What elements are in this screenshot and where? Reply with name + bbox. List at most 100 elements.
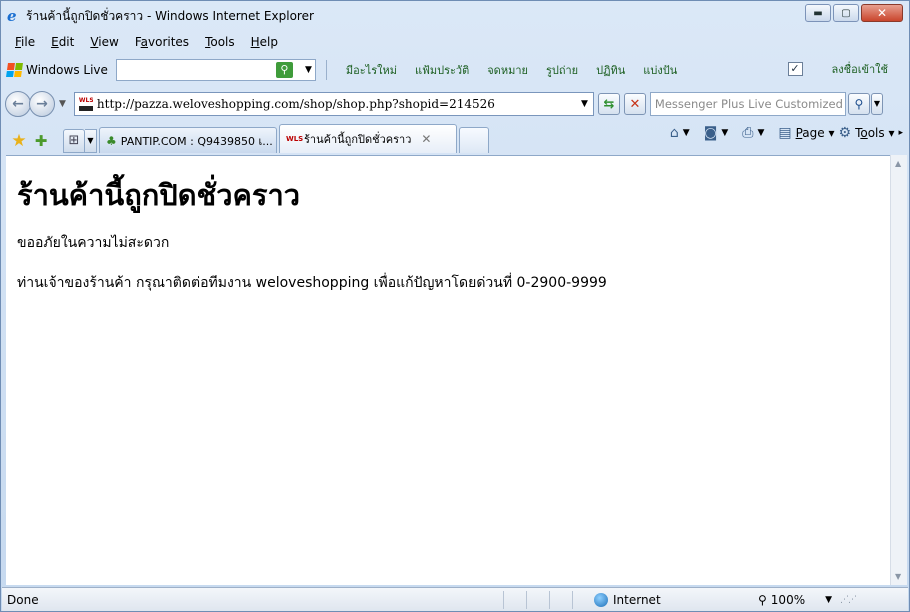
contact-message: ท่านเจ้าของร้านค้า กรุณาติดต่อทีมงาน wel… <box>17 275 607 291</box>
vertical-scrollbar[interactable]: ▲ ▼ <box>890 155 907 585</box>
zone-label: Internet <box>613 592 661 607</box>
tab-shop-closed[interactable]: WLS ร้านค้านี้ถูกปิดชั่วคราว ✕ <box>279 124 457 153</box>
print-icon[interactable]: ⎙ <box>742 125 753 141</box>
windows-live-label: Windows Live <box>26 63 108 77</box>
live-links: มีอะไรใหม่ แฟ้มประวัติ จดหมาย รูปถ่าย ปฏ… <box>337 61 686 79</box>
new-tab-button[interactable] <box>459 127 489 153</box>
add-favorites-icon[interactable]: ✚ <box>31 129 51 153</box>
tools-menu-button[interactable]: Tools ▾ <box>855 126 894 140</box>
menu-help[interactable]: Help <box>243 33 286 53</box>
stop-icon: ✕ <box>629 96 641 112</box>
status-bar: Done Internet ⚲ 100% ▼ ⋰⋰ <box>2 587 908 611</box>
toolbar-divider <box>325 60 327 80</box>
history-dropdown-icon[interactable]: ▼ <box>59 99 66 109</box>
feeds-dropdown-icon[interactable]: ▼ <box>721 128 728 138</box>
gear-icon: ⚙ <box>838 125 852 141</box>
address-bar[interactable]: WLS http://pazza.weloveshopping.com/shop… <box>73 92 594 116</box>
live-right-controls: ✓ ลงชื่อเข้าใช้ <box>787 60 897 78</box>
tab-pantip[interactable]: ♣ PANTIP.COM : Q9439850 เ... <box>99 127 277 153</box>
zoom-control[interactable]: ⚲ 100% ▼ <box>758 593 832 607</box>
back-arrow-icon: ← <box>12 96 24 112</box>
status-divider <box>572 590 573 609</box>
live-link-mail[interactable]: จดหมาย <box>478 61 537 79</box>
security-zone[interactable]: Internet <box>594 592 744 607</box>
status-divider <box>526 590 527 609</box>
command-bar: ⌂ ▼ ◙ ▼ ⎙ ▼ ▤ Page ▾ ⚙ Tools ▾ ▸ <box>670 125 903 141</box>
address-row: ← → ▼ WLS http://pazza.weloveshopping.co… <box>5 89 907 119</box>
instant-search-input[interactable]: Messenger Plus Live Customized W <box>649 92 846 116</box>
browser-window: e ร้านค้านี้ถูกปิดชั่วคราว - Windows Int… <box>0 0 910 612</box>
live-link-share[interactable]: แบ่งปัน <box>634 61 686 79</box>
menu-tools[interactable]: Tools <box>197 33 243 53</box>
close-icon: ✕ <box>876 6 888 20</box>
apology-text: ขออภัยในความไม่สะดวก <box>17 235 170 251</box>
feeds-icon[interactable]: ◙ <box>704 125 718 141</box>
home-dropdown-icon[interactable]: ▼ <box>683 128 690 138</box>
windows-flag-icon <box>6 63 23 77</box>
close-tab-icon[interactable]: ✕ <box>421 132 431 146</box>
globe-icon <box>594 592 608 607</box>
search-button[interactable]: ⚲ <box>847 93 870 115</box>
title-bar: e ร้านค้านี้ถูกปิดชั่วคราว - Windows Int… <box>1 1 909 31</box>
page-heading: ร้านค้านี้ถูกปิดชั่วคราว <box>17 178 301 212</box>
maximize-button[interactable]: ▢ <box>833 4 859 22</box>
live-link-photos[interactable]: รูปถ่าย <box>537 61 587 79</box>
status-divider <box>503 590 504 609</box>
zoom-level: 100% <box>770 592 806 607</box>
window-title: ร้านค้านี้ถูกปิดชั่วคราว - Windows Inter… <box>26 8 314 23</box>
ie-logo-icon: e <box>7 7 17 25</box>
back-button[interactable]: ← <box>5 91 31 117</box>
forward-button[interactable]: → <box>29 91 55 117</box>
search-options-dropdown[interactable]: ▼ <box>870 93 883 115</box>
live-search-go-icon[interactable]: ⚲ <box>275 62 293 78</box>
page-menu-button[interactable]: Page ▾ <box>796 126 835 140</box>
address-dropdown-icon[interactable]: ▼ <box>581 99 588 109</box>
favorites-center-icon[interactable]: ★ <box>9 129 29 153</box>
home-icon[interactable]: ⌂ <box>670 125 679 141</box>
menu-favorites[interactable]: Favorites <box>127 33 197 53</box>
page-content: ร้านค้านี้ถูกปิดชั่วคราว ขออภัยในความไม่… <box>6 155 890 585</box>
address-url[interactable]: http://pazza.weloveshopping.com/shop/sho… <box>97 97 495 111</box>
menu-view[interactable]: View <box>82 33 126 53</box>
windows-live-logo[interactable]: Windows Live <box>6 63 108 77</box>
resize-grip-icon[interactable]: ⋰⋰ <box>840 595 857 605</box>
live-search-dropdown-icon[interactable]: ▼ <box>305 65 312 75</box>
refresh-button[interactable]: ⇆ <box>597 93 620 115</box>
print-dropdown-icon[interactable]: ▼ <box>757 128 764 138</box>
status-divider <box>549 590 550 609</box>
live-checkbox-icon[interactable]: ✓ <box>787 62 803 76</box>
search-icon: ⚲ <box>854 97 864 111</box>
minimize-button[interactable]: ▬ <box>805 4 831 22</box>
tab-list-dropdown[interactable]: ▼ <box>85 129 97 153</box>
sign-in-link[interactable]: ลงชื่อเข้าใช้ <box>823 60 897 78</box>
scroll-up-icon[interactable]: ▲ <box>895 159 901 168</box>
tab-row: ★ ✚ ⊞ ▼ ♣ PANTIP.COM : Q9439850 เ... WLS… <box>5 123 907 153</box>
windows-live-toolbar: Windows Live ⚲ ▼ มีอะไรใหม่ แฟ้มประวัติ … <box>6 57 903 83</box>
forward-arrow-icon: → <box>36 96 48 112</box>
live-link-calendar[interactable]: ปฏิทิน <box>587 61 634 79</box>
close-button[interactable]: ✕ <box>861 4 903 22</box>
minimize-icon: ▬ <box>813 7 823 19</box>
menu-file[interactable]: File <box>7 33 43 53</box>
status-text: Done <box>7 592 39 607</box>
tab-label: ร้านค้านี้ถูกปิดชั่วคราว <box>304 133 412 146</box>
refresh-icon: ⇆ <box>603 96 615 112</box>
tab-label: PANTIP.COM : Q9439850 เ... <box>120 134 273 148</box>
menu-edit[interactable]: Edit <box>43 33 82 53</box>
live-link-whats-new[interactable]: มีอะไรใหม่ <box>337 61 406 79</box>
maximize-icon: ▢ <box>841 7 851 19</box>
zoom-dropdown-icon[interactable]: ▼ <box>825 595 832 605</box>
stop-button[interactable]: ✕ <box>623 93 646 115</box>
quick-tabs-button[interactable]: ⊞ <box>63 129 85 153</box>
quick-tabs-icon: ⊞ <box>68 133 80 148</box>
chevron-down-icon: ▼ <box>873 99 880 108</box>
chevron-right-icon[interactable]: ▸ <box>898 128 903 138</box>
chevron-down-icon: ▼ <box>87 136 94 145</box>
magnifier-icon: ⚲ <box>758 592 767 607</box>
scroll-down-icon[interactable]: ▼ <box>895 572 901 581</box>
live-link-profile[interactable]: แฟ้มประวัติ <box>406 61 478 79</box>
page-icon: ▤ <box>778 125 792 141</box>
site-favicon: WLS <box>78 97 93 111</box>
live-search-input[interactable]: ⚲ ▼ <box>115 59 316 81</box>
menu-bar: File Edit View Favorites Tools Help <box>7 33 286 53</box>
